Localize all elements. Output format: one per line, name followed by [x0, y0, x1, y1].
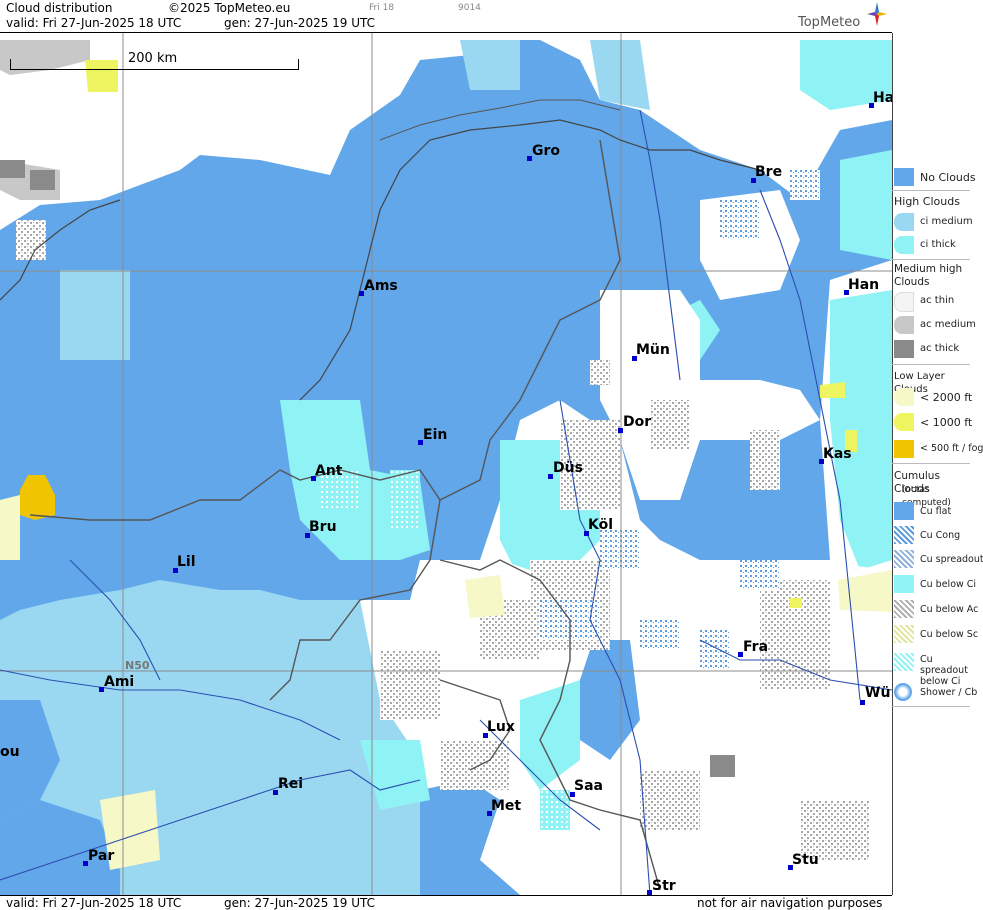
city-label-wu: Wü: [865, 685, 891, 701]
city-label-rei: Rei: [278, 776, 304, 792]
generated-time: gen: 27-Jun-2025 19 UTC: [224, 16, 376, 30]
chart-title: Cloud distribution: [6, 1, 113, 15]
valid-time: valid: Fri 27-Jun-2025 18 UTC: [6, 16, 182, 30]
legend-low-500: < 500 ft / fog: [892, 438, 983, 460]
scale-label: 200 km: [128, 51, 178, 66]
legend-cu-below-ci: Cu below Ci: [892, 574, 976, 596]
logo-text: TopMeteo: [798, 15, 861, 30]
shower-icon: [894, 683, 912, 701]
city-label-mun: Mün: [636, 342, 670, 358]
swatch-no-clouds: [894, 168, 914, 186]
city-label-dus: Düs: [553, 460, 583, 476]
city-label-kol: Köl: [588, 517, 614, 533]
city-label-saa: Saa: [574, 778, 603, 794]
map-footer: valid: Fri 27-Jun-2025 18 UTC gen: 27-Ju…: [0, 895, 892, 910]
legend-low-2000: < 2000 ft: [892, 386, 972, 408]
footer-disclaimer: not for air navigation purposes: [697, 896, 883, 910]
city-label-stu: Stu: [792, 852, 819, 868]
city-label-ams: Ams: [364, 278, 398, 294]
legend-no-clouds: No Clouds: [892, 166, 976, 188]
city-label-ami: Ami: [104, 674, 135, 690]
city-label-han: Han: [848, 277, 880, 293]
map-header: Cloud distribution ©2025 TopMeteo.eu Fri…: [0, 0, 892, 33]
city-label-gro: Gro: [532, 143, 561, 159]
city-label-par: Par: [88, 848, 115, 864]
legend-ac-thick: ac thick: [892, 339, 970, 361]
city-label-dor: Dor: [623, 414, 652, 430]
city-label-bre: Bre: [755, 164, 783, 180]
city-label-fra: Fra: [743, 639, 769, 655]
city-label-str: Str: [652, 878, 676, 894]
run-label: Fri 18: [369, 3, 395, 13]
legend-ac-thin: ac thin: [892, 291, 970, 313]
city-label-kas: Kas: [823, 446, 852, 462]
city-label-lil: Lil: [177, 554, 196, 570]
city-label-ein: Ein: [423, 427, 448, 443]
city-label-bru: Bru: [309, 519, 337, 535]
copyright: ©2025 TopMeteo.eu: [168, 1, 291, 15]
city-label-ant: Ant: [315, 463, 343, 479]
cloud-map[interactable]: 200 km N50 Gro Bre Ha Ams Han Mün Ein Do…: [0, 33, 893, 895]
compass-logo-icon: [867, 2, 887, 26]
legend-ci-thick: ci thick: [892, 235, 970, 257]
legend-cu-below-ac: Cu below Ac: [892, 599, 978, 621]
legend-cu-spreadout: Cu spreadout: [892, 549, 983, 571]
footer-generated: gen: 27-Jun-2025 19 UTC: [224, 896, 376, 910]
city-label-lux: Lux: [487, 719, 515, 735]
legend-cu-cong: Cu Cong: [892, 525, 970, 547]
footer-valid: valid: Fri 27-Jun-2025 18 UTC: [6, 896, 182, 910]
latitude-label: N50: [125, 659, 150, 672]
legend-low-1000: < 1000 ft: [892, 411, 972, 433]
legend-cu-spreadout-below-ci: Cu spreadout below Ci: [892, 650, 970, 687]
legend-medium-title: Medium high Clouds: [894, 263, 963, 288]
legend-high-title: High Clouds: [894, 195, 960, 208]
code-label: 9014: [458, 3, 481, 13]
city-label-ou: ou: [0, 744, 20, 760]
legend-cu-flat: Cu flat: [892, 501, 970, 523]
city-label-met: Met: [491, 798, 522, 814]
legend-cu-below-sc: Cu below Sc: [892, 624, 978, 646]
legend-shower: Shower / Cb: [892, 682, 977, 704]
legend-ci-medium: ci medium: [892, 212, 973, 234]
city-label-ha: Ha: [873, 90, 893, 106]
legend-ac-medium: ac medium: [892, 315, 976, 337]
